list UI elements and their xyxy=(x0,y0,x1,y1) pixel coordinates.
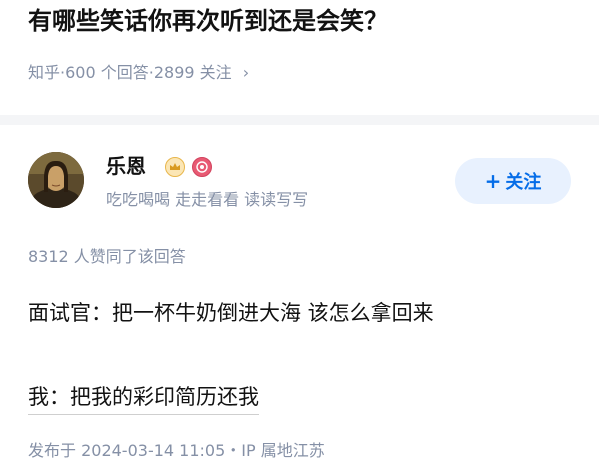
plus-icon: + xyxy=(484,169,502,193)
question-meta: 知乎 · 600 个回答 · 2899 关注 › xyxy=(28,62,249,84)
follow-label: 关注 xyxy=(505,172,542,193)
avatar[interactable] xyxy=(28,152,84,208)
like-count[interactable]: 8312 人赞同了该回答 xyxy=(28,246,186,268)
pink-badge-icon[interactable] xyxy=(192,157,212,177)
answer-page: 有哪些笑话你再次听到还是会笑？ 知乎 · 600 个回答 · 2899 关注 ›… xyxy=(0,0,599,464)
crown-icon xyxy=(170,163,180,170)
avatar-image xyxy=(28,152,84,208)
question-title[interactable]: 有哪些笑话你再次听到还是会笑？ xyxy=(28,4,588,38)
chevron-right-icon[interactable]: › xyxy=(243,62,249,84)
section-divider xyxy=(0,115,599,125)
site-name[interactable]: 知乎 xyxy=(28,62,60,84)
author-name[interactable]: 乐恩 xyxy=(106,153,146,179)
follower-count[interactable]: 2899 关注 xyxy=(154,62,232,84)
answer-count[interactable]: 600 个回答 xyxy=(65,62,149,84)
crown-badge-icon[interactable] xyxy=(165,157,185,177)
publish-info: 发布于 2024-03-14 11:05・IP 属地江苏 xyxy=(28,441,325,460)
author-bio: 吃吃喝喝 走走看看 读读写写 xyxy=(106,190,309,209)
answer-text-line: 我：把我的彩印简历还我 xyxy=(28,382,259,415)
answer-text-line: 面试官：把一杯牛奶倒进大海 该怎么拿回来 xyxy=(28,301,434,325)
follow-button[interactable]: + 关注 xyxy=(455,158,571,204)
thumb-icon xyxy=(196,161,208,173)
